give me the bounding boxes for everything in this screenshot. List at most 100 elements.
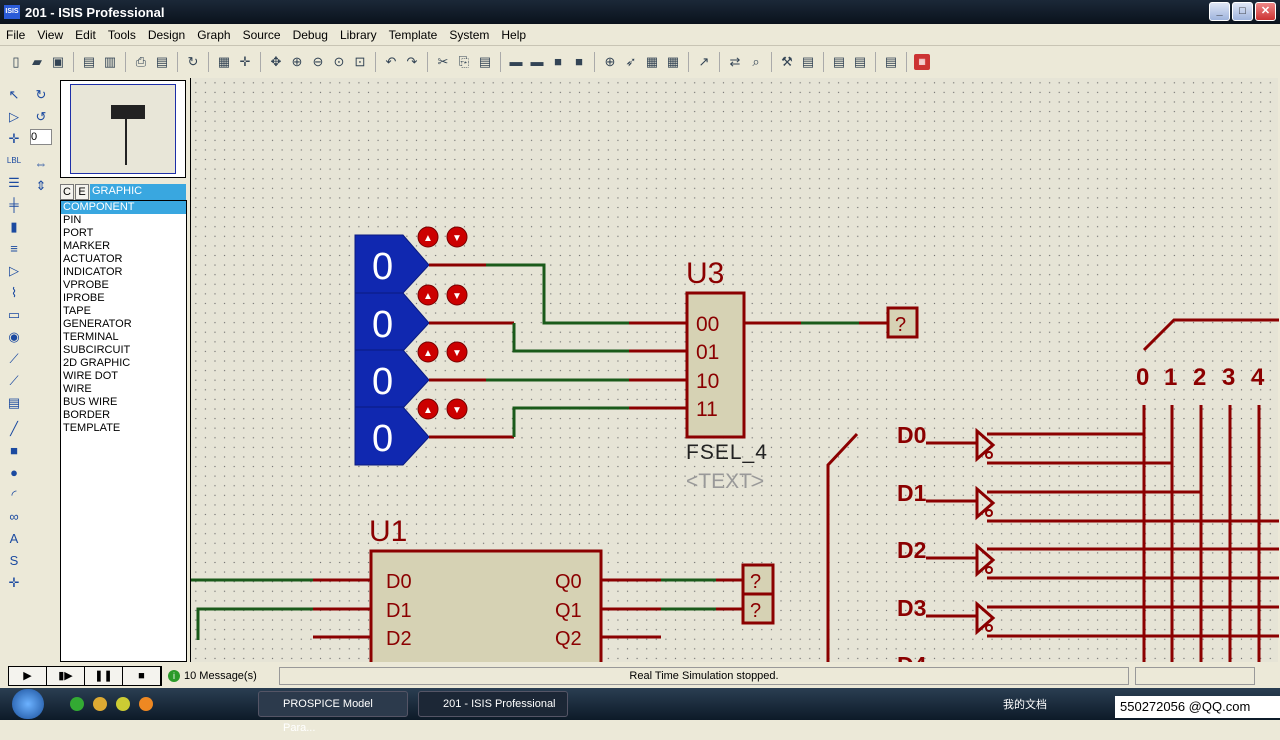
undo-icon[interactable]: ↶: [383, 54, 399, 70]
print-area-icon[interactable]: ▤: [154, 54, 170, 70]
open-icon[interactable]: ▰: [29, 54, 45, 70]
menu-file[interactable]: File: [0, 28, 31, 42]
rotate-cw-icon[interactable]: ↻: [32, 86, 50, 104]
qq-icon[interactable]: [93, 697, 107, 711]
remove-sheet-icon[interactable]: ▤: [800, 54, 816, 70]
marker-icon[interactable]: ✛: [5, 574, 23, 592]
close-button[interactable]: ✕: [1255, 2, 1276, 21]
stop-button[interactable]: ■: [123, 667, 161, 685]
minimize-button[interactable]: _: [1209, 2, 1230, 21]
overview-window[interactable]: [60, 80, 186, 178]
bus-wire[interactable]: [1142, 318, 1279, 352]
wire-label-icon[interactable]: LBL: [5, 152, 23, 170]
zoom-out-icon[interactable]: ⊖: [310, 54, 326, 70]
new-icon[interactable]: ▯: [8, 54, 24, 70]
line-icon[interactable]: ╱: [5, 420, 23, 438]
pick-device-icon[interactable]: ⊕: [602, 54, 618, 70]
tab-edit[interactable]: E: [75, 184, 89, 200]
selector-item[interactable]: PORT: [61, 227, 186, 240]
path-icon[interactable]: ∞: [5, 508, 23, 526]
block-delete-icon[interactable]: ■: [571, 54, 587, 70]
overview-viewport[interactable]: [70, 84, 176, 174]
selector-item[interactable]: PIN: [61, 214, 186, 227]
refresh-icon[interactable]: ↻: [185, 54, 201, 70]
junction-dot-icon[interactable]: ✛: [5, 130, 23, 148]
origin-icon[interactable]: ✛: [237, 54, 253, 70]
wire[interactable]: [486, 263, 629, 325]
bus-wire[interactable]: [826, 432, 859, 662]
task-prospice[interactable]: PROSPICE Model Para...: [258, 691, 408, 734]
selector-item[interactable]: 2D GRAPHIC: [61, 357, 186, 370]
print-icon[interactable]: ⎙: [133, 54, 149, 70]
quicklaunch-icon[interactable]: [139, 697, 153, 711]
quicklaunch-icon[interactable]: [116, 697, 130, 711]
selector-item[interactable]: GENERATOR: [61, 318, 186, 331]
block-copy-icon[interactable]: ▬: [508, 54, 524, 70]
text-icon[interactable]: A: [5, 530, 23, 548]
current-probe-icon[interactable]: ⟋: [5, 372, 23, 390]
menu-edit[interactable]: Edit: [69, 28, 102, 42]
rotation-field[interactable]: [30, 129, 52, 145]
redo-icon[interactable]: ↷: [404, 54, 420, 70]
box-icon[interactable]: ■: [5, 442, 23, 460]
component-mode-icon[interactable]: ▷: [5, 108, 23, 126]
wire[interactable]: [512, 406, 629, 437]
schematic-canvas[interactable]: 0 ▲ ▼ 0 ▲ ▼ 0 ▲ ▼ 0 ▲ ▼ U3 00 01 10 11 FSEL_4 <TEXT>? U1 D0 Q…: [190, 78, 1279, 662]
bus-icon[interactable]: ╪: [5, 196, 23, 214]
wire[interactable]: [196, 607, 313, 640]
menu-graph[interactable]: Graph: [191, 28, 236, 42]
tab-components[interactable]: C: [60, 184, 74, 200]
quicklaunch-icon[interactable]: [70, 697, 84, 711]
menu-tools[interactable]: Tools: [102, 28, 142, 42]
mirror-x-icon[interactable]: ⇔: [32, 155, 50, 173]
pan-icon[interactable]: ✥: [268, 54, 284, 70]
zoom-all-icon[interactable]: ⊙: [331, 54, 347, 70]
selector-item[interactable]: BORDER: [61, 409, 186, 422]
wire-autorouter-icon[interactable]: ↗: [696, 54, 712, 70]
start-button[interactable]: [12, 689, 44, 719]
zoom-in-icon[interactable]: ⊕: [289, 54, 305, 70]
make-device-icon[interactable]: ➶: [623, 54, 639, 70]
terminal-icon[interactable]: ≡: [5, 240, 23, 258]
selection-mode-icon[interactable]: ↖: [5, 86, 23, 104]
menu-help[interactable]: Help: [495, 28, 532, 42]
selector-item[interactable]: SUBCIRCUIT: [61, 344, 186, 357]
selector-item[interactable]: WIRE: [61, 383, 186, 396]
electrical-rules-icon[interactable]: ▤: [883, 54, 899, 70]
voltage-probe-icon[interactable]: ⟋: [5, 350, 23, 368]
grid-icon[interactable]: ▦: [216, 54, 232, 70]
menu-view[interactable]: View: [31, 28, 69, 42]
block-rotate-icon[interactable]: ■: [550, 54, 566, 70]
packaging-icon[interactable]: ▦: [644, 54, 660, 70]
text-script-icon[interactable]: ☰: [5, 174, 23, 192]
tray-documents[interactable]: 我的文档: [1003, 696, 1047, 712]
maximize-button[interactable]: □: [1232, 2, 1253, 21]
selector-item[interactable]: COMPONENT: [61, 201, 186, 214]
menu-source[interactable]: Source: [237, 28, 287, 42]
paste-icon[interactable]: ▤: [477, 54, 493, 70]
virtual-instrument-icon[interactable]: ▤: [5, 394, 23, 412]
selector-item[interactable]: ACTUATOR: [61, 253, 186, 266]
subcircuit-icon[interactable]: ▮: [5, 218, 23, 236]
decompose-icon[interactable]: ▦: [665, 54, 681, 70]
step-button[interactable]: ▮▶: [47, 667, 85, 685]
menu-debug[interactable]: Debug: [287, 28, 334, 42]
menu-template[interactable]: Template: [383, 28, 444, 42]
save-icon[interactable]: ▣: [50, 54, 66, 70]
selector-item[interactable]: IPROBE: [61, 292, 186, 305]
generator-icon[interactable]: ◉: [5, 328, 23, 346]
import-icon[interactable]: ▤: [81, 54, 97, 70]
bill-of-materials-icon[interactable]: ▤: [852, 54, 868, 70]
rotate-ccw-icon[interactable]: ↺: [32, 108, 50, 126]
ares-icon[interactable]: ▦: [914, 53, 930, 70]
pause-button[interactable]: ❚❚: [85, 667, 123, 685]
task-isis[interactable]: 201 - ISIS Professional: [418, 691, 568, 717]
new-sheet-icon[interactable]: ⚒: [779, 54, 795, 70]
cut-icon[interactable]: ✂: [435, 54, 451, 70]
symbol-icon[interactable]: S: [5, 552, 23, 570]
search-icon[interactable]: ⇄: [727, 54, 743, 70]
graph-icon[interactable]: ⌇: [5, 284, 23, 302]
property-tool-icon[interactable]: ⌕: [748, 54, 764, 70]
menu-system[interactable]: System: [443, 28, 495, 42]
selector-item[interactable]: TAPE: [61, 305, 186, 318]
